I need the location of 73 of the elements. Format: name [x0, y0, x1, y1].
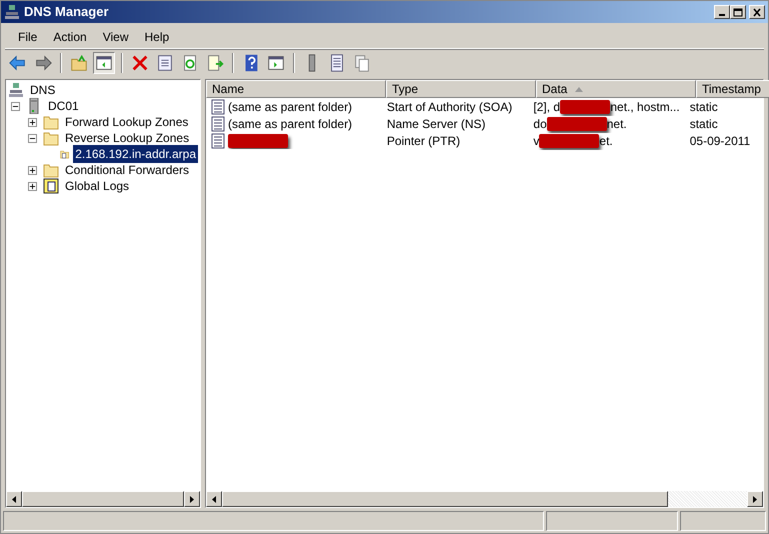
- plus-icon: [29, 118, 36, 126]
- close-button[interactable]: [749, 5, 765, 19]
- expand-toggle[interactable]: [11, 102, 20, 110]
- column-label: Timestamp: [702, 81, 761, 97]
- cell-text: net.: [606, 116, 627, 132]
- table-cell-text: static: [690, 116, 718, 132]
- plus-icon: [29, 166, 36, 174]
- scroll-left-button[interactable]: [206, 491, 222, 507]
- right-arrow-icon: [189, 494, 195, 504]
- cell-text: net., hostm...: [610, 98, 680, 116]
- record-icon: [211, 98, 225, 114]
- right-arrow-icon: [752, 494, 758, 504]
- menu-item[interactable]: View: [96, 26, 136, 46]
- scroll-right-button[interactable]: [747, 491, 763, 507]
- expand-toggle[interactable]: [28, 166, 37, 174]
- column-label: Data: [542, 81, 568, 97]
- menu-item[interactable]: File: [11, 26, 44, 46]
- dns-icon: [4, 4, 20, 20]
- tree-item[interactable]: DNS: [28, 81, 58, 99]
- redaction-mark: [228, 134, 288, 148]
- minimize-button[interactable]: [714, 5, 730, 19]
- cell-text: [2], d: [533, 98, 560, 116]
- cell-text: et.: [599, 132, 613, 150]
- record-icon: [211, 116, 225, 132]
- redaction-mark: [539, 134, 600, 148]
- folder-icon: [43, 114, 59, 130]
- plus-icon: [29, 182, 36, 190]
- left-arrow-icon: [211, 494, 217, 504]
- tree-item[interactable]: Reverse Lookup Zones: [63, 129, 192, 147]
- column-header[interactable]: Type: [386, 80, 536, 98]
- redaction-mark: [560, 100, 610, 114]
- maximize-icon: [733, 8, 743, 16]
- cell-text: (same as parent folder): [228, 98, 352, 116]
- expand-toggle[interactable]: [28, 118, 37, 126]
- column-label: Name: [212, 81, 244, 97]
- cell-text: do: [533, 116, 547, 132]
- left-arrow-icon: [11, 494, 17, 504]
- menu-item[interactable]: Help: [138, 26, 176, 46]
- sort-arrow-icon: [575, 87, 583, 92]
- expand-toggle[interactable]: [28, 182, 37, 190]
- tree-item[interactable]: DC01: [46, 97, 81, 115]
- cell-text: (same as parent folder): [228, 116, 352, 132]
- scroll-left-button[interactable]: [6, 491, 22, 507]
- dns-icon: [8, 82, 24, 98]
- scroll-right-button[interactable]: [184, 491, 200, 507]
- folder-icon: [43, 162, 59, 178]
- menu-item[interactable]: Action: [46, 26, 94, 46]
- redaction-mark: [546, 116, 607, 130]
- cell-text: v: [533, 132, 540, 150]
- column-header[interactable]: Timestamp: [696, 80, 769, 98]
- toolbar-button[interactable]: [93, 52, 115, 74]
- minimize-icon: [719, 14, 725, 16]
- tree-item[interactable]: 2.168.192.in-addr.arpa: [73, 145, 198, 163]
- tree-item[interactable]: Forward Lookup Zones: [63, 113, 190, 131]
- column-header[interactable]: Data: [536, 80, 696, 98]
- close-icon: [752, 8, 762, 16]
- folder-icon: [43, 130, 59, 146]
- expand-toggle[interactable]: [28, 134, 37, 142]
- table-cell-text: static: [690, 98, 718, 116]
- record-icon: [211, 132, 225, 148]
- scrollbar-thumb[interactable]: [222, 491, 668, 507]
- window-title: DNS Manager: [24, 3, 110, 22]
- tree-item[interactable]: Global Logs: [63, 177, 132, 195]
- maximize-button[interactable]: [730, 5, 746, 19]
- tree-item[interactable]: Conditional Forwarders: [63, 161, 192, 179]
- log-icon: [43, 178, 59, 194]
- table-cell-text: Start of Authority (SOA): [386, 98, 512, 116]
- column-label: Type: [392, 81, 418, 97]
- column-header[interactable]: Name: [206, 80, 386, 98]
- scrollbar-thumb[interactable]: [22, 491, 184, 507]
- table-cell-text: Name Server (NS): [386, 116, 486, 132]
- table-cell-text: Pointer (PTR): [386, 132, 460, 150]
- table-cell-text: 05-09-2011: [690, 132, 750, 150]
